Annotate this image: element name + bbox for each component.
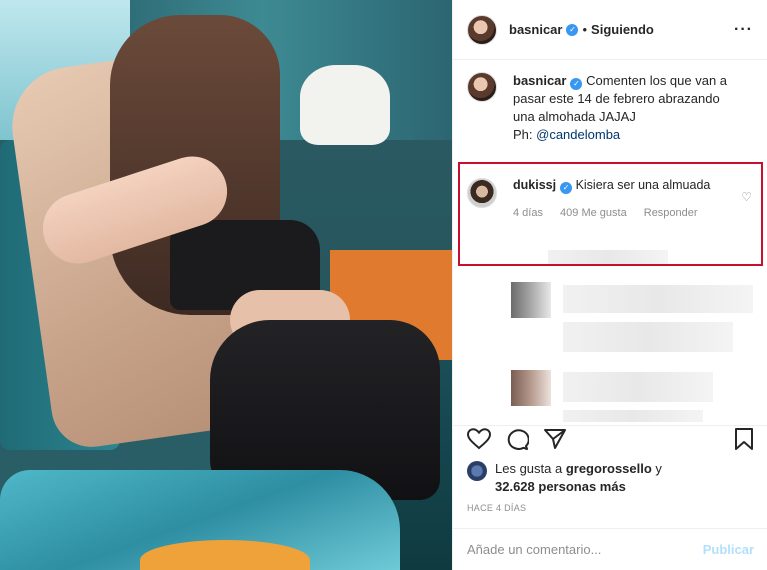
liker-username[interactable]: gregorossello <box>566 461 652 476</box>
like-heart-icon[interactable] <box>466 428 492 455</box>
caption-body: basnicar ✓ Comenten los que van a pasar e… <box>513 72 743 144</box>
author-avatar[interactable] <box>467 14 497 45</box>
blurred-comment <box>563 322 733 352</box>
blurred-avatar <box>511 282 551 318</box>
blurred-comment <box>563 372 713 402</box>
photo-plastic-bag <box>300 65 390 145</box>
post-caption: basnicar ✓ Comenten los que van a pasar e… <box>453 60 767 144</box>
share-send-icon[interactable] <box>543 428 567 455</box>
verified-badge-icon: ✓ <box>570 78 583 90</box>
add-comment-bar: Añade un comentario... Publicar <box>453 528 767 570</box>
bookmark-save-icon[interactable] <box>734 428 754 455</box>
likes-suffix: y <box>651 461 662 476</box>
author-username[interactable]: basnicar <box>509 22 562 37</box>
caption-mention-link[interactable]: @candelomba <box>536 127 620 142</box>
caption-credit-prefix: Ph: <box>513 127 537 142</box>
following-button[interactable]: Siguiendo <box>591 22 654 37</box>
caption-author-avatar[interactable] <box>467 72 497 102</box>
publish-button[interactable]: Publicar <box>703 542 754 557</box>
blurred-comment <box>563 285 753 313</box>
likes-summary: Les gusta a gregorossello y 32.628 perso… <box>467 460 662 496</box>
blurred-comment <box>548 250 668 264</box>
blurred-comment <box>563 410 703 422</box>
likes-count[interactable]: 32.628 personas más <box>495 479 626 494</box>
verified-badge-icon: ✓ <box>566 23 579 36</box>
blurred-avatar <box>511 370 551 406</box>
add-comment-input[interactable]: Añade un comentario... <box>467 542 601 557</box>
caption-username[interactable]: basnicar <box>513 73 566 88</box>
post-header: basnicar ✓ • Siguiendo ··· <box>453 0 767 60</box>
post-side-panel: basnicar ✓ • Siguiendo ··· basnicar ✓ Com… <box>452 0 767 570</box>
post-timestamp[interactable]: HACE 4 DÍAS <box>467 503 526 513</box>
likes-prefix: Les gusta a <box>495 461 566 476</box>
separator-dot: • <box>582 22 588 37</box>
liker-avatar[interactable] <box>467 461 487 481</box>
more-options-icon[interactable]: ··· <box>734 21 753 39</box>
comment-bubble-icon[interactable] <box>505 428 530 455</box>
comments-section[interactable]: basnicar ✓ Comenten los que van a pasar e… <box>453 60 767 425</box>
post-photo[interactable] <box>0 0 452 570</box>
post-actions <box>453 425 767 457</box>
